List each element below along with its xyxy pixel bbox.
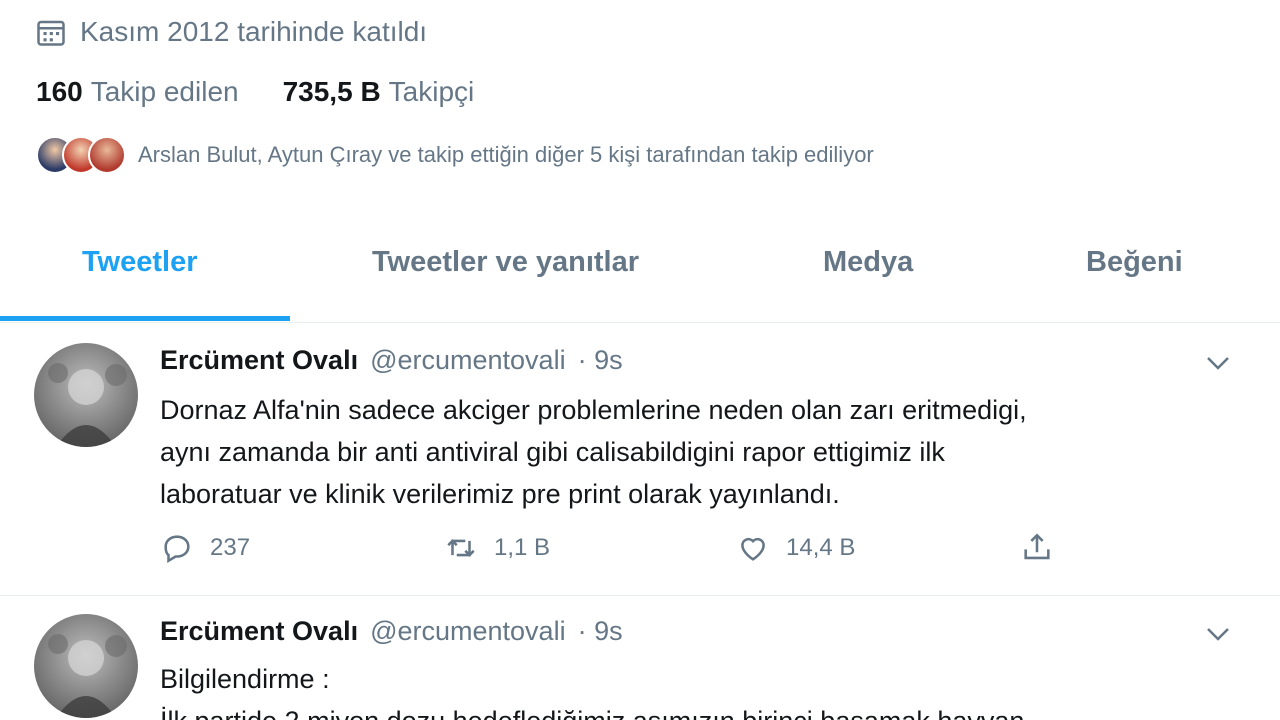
tweet-time[interactable]: · 9s	[578, 345, 623, 376]
tab-tweets[interactable]: Tweetler	[82, 246, 198, 279]
followed-by-text: Arslan Bulut, Aytun Çıray ve takip ettiğ…	[138, 142, 874, 167]
chevron-down-icon[interactable]	[1204, 624, 1232, 644]
share-button[interactable]	[1020, 531, 1054, 565]
tweet-time[interactable]: · 9s	[578, 616, 623, 647]
tweet[interactable]: Ercüment Ovalı @ercumentovali · 9s Bilgi…	[0, 596, 1280, 720]
reply-icon	[164, 535, 190, 564]
joined-date: Kasım 2012 tarihinde katıldı	[36, 16, 427, 48]
tweet[interactable]: Ercüment Ovalı @ercumentovali · 9s Dorna…	[0, 323, 1280, 596]
share-icon	[1024, 533, 1050, 560]
tweet-text: Bilgilendirme : İlk partide 2 miyon dozu…	[160, 664, 1024, 720]
retweet-button[interactable]: 1,1 B	[444, 531, 550, 565]
author-handle[interactable]: @ercumentovali	[370, 345, 566, 376]
like-count: 14,4 B	[786, 534, 856, 561]
author-name[interactable]: Ercüment Ovalı	[160, 616, 358, 647]
following-link[interactable]: 160 Takip edilen	[36, 76, 239, 108]
tweet-text: Dornaz Alfa'nin sadece akciger problemle…	[160, 395, 1027, 509]
avatar-image	[48, 363, 127, 447]
follower-avatars	[36, 136, 126, 174]
chevron-down-icon[interactable]	[1204, 353, 1232, 373]
avatar[interactable]	[34, 343, 138, 447]
like-icon	[741, 537, 765, 561]
avatar	[88, 136, 126, 174]
follow-stats: 160 Takip edilen 735,5 B Takipçi	[36, 76, 474, 108]
tab-media[interactable]: Medya	[823, 246, 913, 279]
author-name[interactable]: Ercüment Ovalı	[160, 345, 358, 376]
tweet-actions: 237 1,1 B 14,4 B	[160, 531, 1260, 571]
profile-tabs: Tweetler Tweetler ve yanıtlar Medya Beğe…	[0, 222, 1280, 323]
followers-link[interactable]: 735,5 B Takipçi	[283, 76, 475, 108]
retweet-icon	[447, 539, 475, 557]
reply-count: 237	[210, 534, 251, 561]
followers-count: 735,5 B	[282, 76, 381, 107]
avatar[interactable]	[34, 614, 138, 718]
following-label: Takip edilen	[90, 76, 239, 107]
tab-likes[interactable]: Beğeni	[1086, 246, 1183, 279]
like-button[interactable]: 14,4 B	[736, 531, 855, 565]
tweet-header: Ercüment Ovalı @ercumentovali · 9s	[160, 616, 623, 647]
author-handle[interactable]: @ercumentovali	[370, 616, 566, 647]
active-tab-indicator	[0, 316, 290, 321]
avatar-image	[48, 634, 127, 718]
retweet-count: 1,1 B	[494, 534, 551, 561]
profile-page: Kasım 2012 tarihinde katıldı 160 Takip ed…	[0, 0, 1280, 720]
calendar-icon	[37, 20, 65, 46]
followers-label: Takipçi	[388, 76, 475, 107]
joined-text: Kasım 2012 tarihinde katıldı	[80, 16, 428, 47]
following-count: 160	[36, 76, 83, 107]
tab-tweets-and-replies[interactable]: Tweetler ve yanıtlar	[372, 246, 639, 279]
followed-by[interactable]: Arslan Bulut, Aytun Çıray ve takip ettiğ…	[36, 136, 874, 174]
reply-button[interactable]: 237	[160, 531, 250, 565]
tweet-header: Ercüment Ovalı @ercumentovali · 9s	[160, 345, 623, 376]
